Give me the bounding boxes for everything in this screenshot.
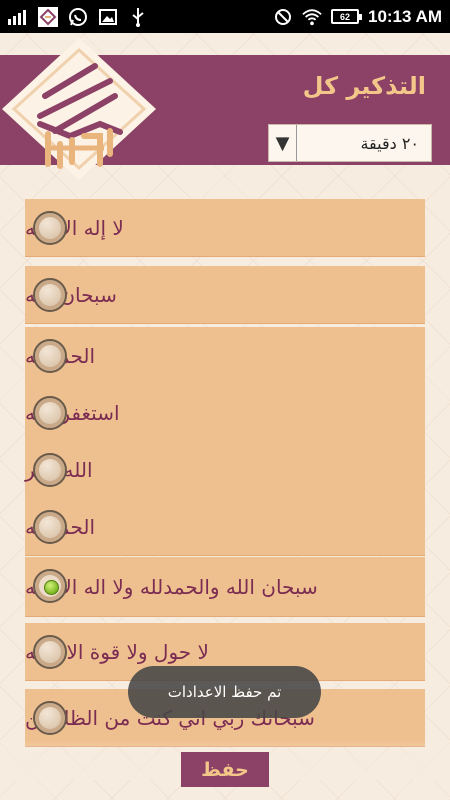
- radio-button[interactable]: [33, 211, 67, 245]
- page-title: التذكير كل: [302, 72, 426, 100]
- radio-button[interactable]: [33, 701, 67, 735]
- interval-value: ٢٠ دقيقة: [360, 133, 419, 153]
- signal-icon: [8, 8, 28, 26]
- toast-message: تم حفظ الاعدادات: [128, 666, 321, 718]
- radio-button[interactable]: [33, 510, 67, 544]
- gallery-icon: [98, 8, 118, 26]
- app-logo: [0, 36, 158, 182]
- radio-button[interactable]: [33, 453, 67, 487]
- radio-button[interactable]: [33, 635, 67, 669]
- radio-button[interactable]: [33, 396, 67, 430]
- status-bar: 62 10:13 AM: [0, 0, 450, 33]
- clock: 10:13 AM: [367, 6, 442, 26]
- whatsapp-icon: [68, 7, 88, 26]
- radio-button[interactable]: [33, 339, 67, 373]
- app-icon: [38, 6, 58, 27]
- list-item[interactable]: سبحان الله: [25, 266, 425, 324]
- radio-button[interactable]: [33, 278, 67, 312]
- list-item[interactable]: استغفر الله: [25, 384, 425, 442]
- list-item-label: سبحان الله والحمدلله ولا اله الا الله: [25, 574, 318, 599]
- list-item[interactable]: الله اكبر: [25, 441, 425, 499]
- battery-icon: 62: [330, 9, 362, 24]
- wifi-icon: [302, 8, 322, 26]
- usb-icon: [128, 7, 148, 27]
- no-sim-icon: [273, 8, 293, 26]
- save-button[interactable]: حفظ: [181, 752, 269, 787]
- chevron-down-icon[interactable]: ▼: [269, 125, 297, 161]
- radio-button-checked[interactable]: [33, 569, 67, 603]
- list-item[interactable]: سبحان الله والحمدلله ولا اله الا الله: [25, 557, 425, 617]
- list-item[interactable]: لا إله الا الله: [25, 199, 425, 257]
- interval-dropdown[interactable]: ٢٠ دقيقة ▼: [268, 124, 432, 162]
- list-item[interactable]: الحمدلله: [25, 327, 425, 385]
- list-item[interactable]: الحمدلله: [25, 498, 425, 556]
